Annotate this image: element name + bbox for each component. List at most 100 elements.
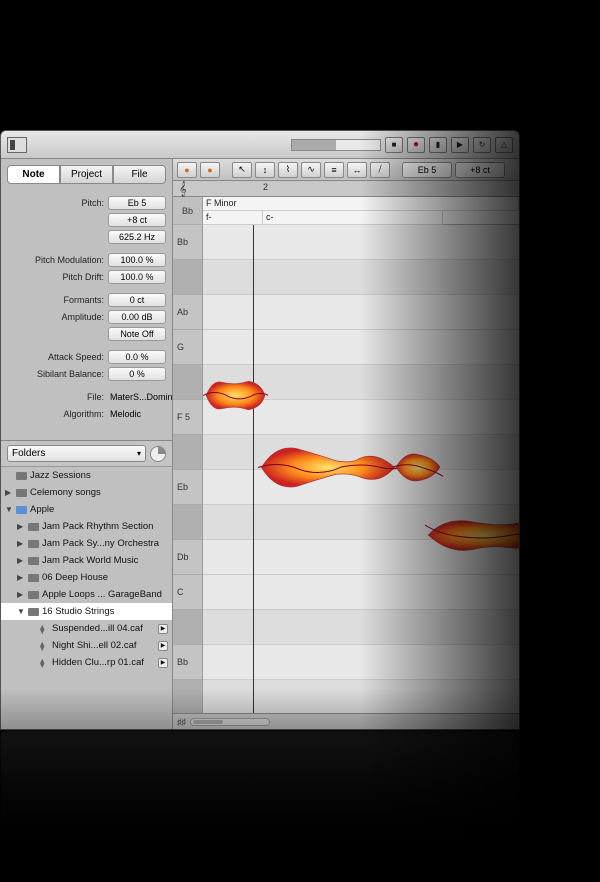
- note-lane[interactable]: [203, 330, 519, 365]
- note-lane[interactable]: [203, 295, 519, 330]
- piano-roll[interactable]: BbAbGF 5EbDbCBbAb: [173, 225, 519, 713]
- preview-play-button[interactable]: ▶: [158, 624, 168, 634]
- item-label: Apple: [30, 504, 54, 515]
- piano-key[interactable]: F 5: [173, 400, 202, 435]
- folder-item[interactable]: ▶Jam Pack World Music: [1, 552, 172, 569]
- note-blob-2[interactable]: [258, 440, 398, 495]
- algorithm-label: Algorithm:: [7, 409, 104, 419]
- file-browser: Folders▾ Jazz Sessions▶Celemony songs ▼ Ap…: [1, 440, 172, 729]
- piano-key[interactable]: Bb: [173, 225, 202, 260]
- disclosure-triangle-icon[interactable]: ▶: [17, 573, 25, 582]
- preview-play-button[interactable]: ▶: [158, 658, 168, 668]
- drift-field[interactable]: 100.0 %: [108, 270, 166, 284]
- blob-tool-1[interactable]: ●: [177, 162, 197, 178]
- piano-key[interactable]: [173, 435, 202, 470]
- sibilant-field[interactable]: 0 %: [108, 367, 166, 381]
- record-button[interactable]: ●: [407, 137, 425, 153]
- tab-project[interactable]: Project: [60, 165, 113, 184]
- folder-item[interactable]: ▶Jam Pack Sy...ny Orchestra: [1, 535, 172, 552]
- vertical-tool[interactable]: ↕: [255, 162, 275, 178]
- note-lane[interactable]: [203, 610, 519, 645]
- audio-file-item[interactable]: ⧫Night Shi...ell 02.caf▶: [1, 637, 172, 654]
- pitchmod-field[interactable]: 100.0 %: [108, 253, 166, 267]
- pitch-curve-tool[interactable]: ⌇: [278, 162, 298, 178]
- piano-key[interactable]: [173, 680, 202, 713]
- folder-item[interactable]: ▼ Apple: [1, 501, 172, 518]
- piano-key[interactable]: [173, 260, 202, 295]
- chord-cell-2[interactable]: c-: [263, 211, 443, 225]
- sharps-icon[interactable]: ♯♯: [177, 717, 186, 727]
- amplitude-field[interactable]: 0.00 dB: [108, 310, 166, 324]
- stop-button[interactable]: ■: [385, 137, 403, 153]
- tab-note[interactable]: Note: [7, 165, 60, 184]
- note-lanes[interactable]: [203, 225, 519, 713]
- folder-item[interactable]: ▶Celemony songs: [1, 484, 172, 501]
- folder-item[interactable]: ▶06 Deep House: [1, 569, 172, 586]
- note-lane[interactable]: [203, 645, 519, 680]
- mini-timeline[interactable]: [291, 139, 381, 151]
- browser-view-popup[interactable]: Folders▾: [7, 445, 146, 462]
- play-button[interactable]: ▶: [451, 137, 469, 153]
- note-lane[interactable]: [203, 680, 519, 713]
- stretch-tool[interactable]: ↔: [347, 162, 367, 178]
- rewind-button[interactable]: ▮: [429, 137, 447, 153]
- folder-icon: [28, 608, 39, 616]
- piano-key[interactable]: C: [173, 575, 202, 610]
- chord-cell-1[interactable]: f-: [203, 211, 263, 225]
- folder-item[interactable]: ▼16 Studio Strings: [1, 603, 172, 620]
- disclosure-triangle-icon[interactable]: ▶: [17, 539, 25, 548]
- sidebar-toggle-button[interactable]: [7, 137, 27, 153]
- tab-file[interactable]: File: [113, 165, 166, 184]
- note-lane[interactable]: [203, 260, 519, 295]
- pitch-display[interactable]: Eb 5: [402, 162, 452, 178]
- loop-button[interactable]: ↻: [473, 137, 491, 153]
- piano-key[interactable]: [173, 610, 202, 645]
- piano-key[interactable]: Eb: [173, 470, 202, 505]
- note-blob-1[interactable]: [203, 373, 268, 418]
- playhead[interactable]: [253, 225, 254, 713]
- piano-keys[interactable]: BbAbGF 5EbDbCBbAb: [173, 225, 203, 713]
- pointer-tool[interactable]: ↖: [232, 162, 252, 178]
- disclosure-triangle-icon[interactable]: ▶: [5, 488, 13, 497]
- preview-play-button[interactable]: ▶: [158, 641, 168, 651]
- split-tool[interactable]: ⧸: [370, 162, 390, 178]
- file-label: File:: [7, 392, 104, 402]
- scale-cell[interactable]: F Minor: [203, 197, 519, 211]
- formants-field[interactable]: 0 ct: [108, 293, 166, 307]
- folder-tree[interactable]: Jazz Sessions▶Celemony songs ▼ Apple ▶Jam P…: [1, 467, 172, 729]
- note-blob-3[interactable]: [393, 443, 443, 491]
- disclosure-triangle-icon[interactable]: ▼: [17, 607, 25, 616]
- wave-tool[interactable]: ∿: [301, 162, 321, 178]
- note-lane[interactable]: [203, 575, 519, 610]
- note-blob-4[interactable]: [425, 510, 519, 560]
- folder-item[interactable]: Jazz Sessions: [1, 467, 172, 484]
- attack-field[interactable]: 0.0 %: [108, 350, 166, 364]
- pitch-note-field[interactable]: Eb 5: [108, 196, 166, 210]
- pitch-hz-field[interactable]: 625.2 Hz: [108, 230, 166, 244]
- folder-item[interactable]: ▶Jam Pack Rhythm Section: [1, 518, 172, 535]
- note-lane[interactable]: [203, 225, 519, 260]
- disclosure-triangle-icon[interactable]: ▶: [17, 556, 25, 565]
- blob-tool-2[interactable]: ●: [200, 162, 220, 178]
- metronome-button[interactable]: △: [495, 137, 513, 153]
- disclosure-triangle-icon[interactable]: ▶: [17, 590, 25, 599]
- piano-key[interactable]: Bb: [173, 645, 202, 680]
- disclosure-triangle-icon[interactable]: ▼: [5, 505, 13, 514]
- cents-display[interactable]: +8 ct: [455, 162, 505, 178]
- pitch-cents-field[interactable]: +8 ct: [108, 213, 166, 227]
- audio-file-item[interactable]: ⧫Suspended...ill 04.caf▶: [1, 620, 172, 637]
- piano-key[interactable]: Ab: [173, 295, 202, 330]
- title-bar: ■ ● ▮ ▶ ↻ △: [1, 131, 519, 159]
- audio-file-item[interactable]: ⧫Hidden Clu...rp 01.caf▶: [1, 654, 172, 671]
- piano-key[interactable]: [173, 505, 202, 540]
- horizontal-scrollbar[interactable]: [190, 718, 270, 726]
- folder-icon: [28, 574, 39, 582]
- folder-item[interactable]: ▶Apple Loops ... GarageBand: [1, 586, 172, 603]
- noteoff-button[interactable]: Note Off: [108, 327, 166, 341]
- bars-tool[interactable]: ≡: [324, 162, 344, 178]
- time-ruler[interactable]: 𝄞 2: [173, 181, 519, 197]
- piano-key[interactable]: Db: [173, 540, 202, 575]
- disclosure-triangle-icon[interactable]: ▶: [17, 522, 25, 531]
- piano-key[interactable]: G: [173, 330, 202, 365]
- piano-key[interactable]: [173, 365, 202, 400]
